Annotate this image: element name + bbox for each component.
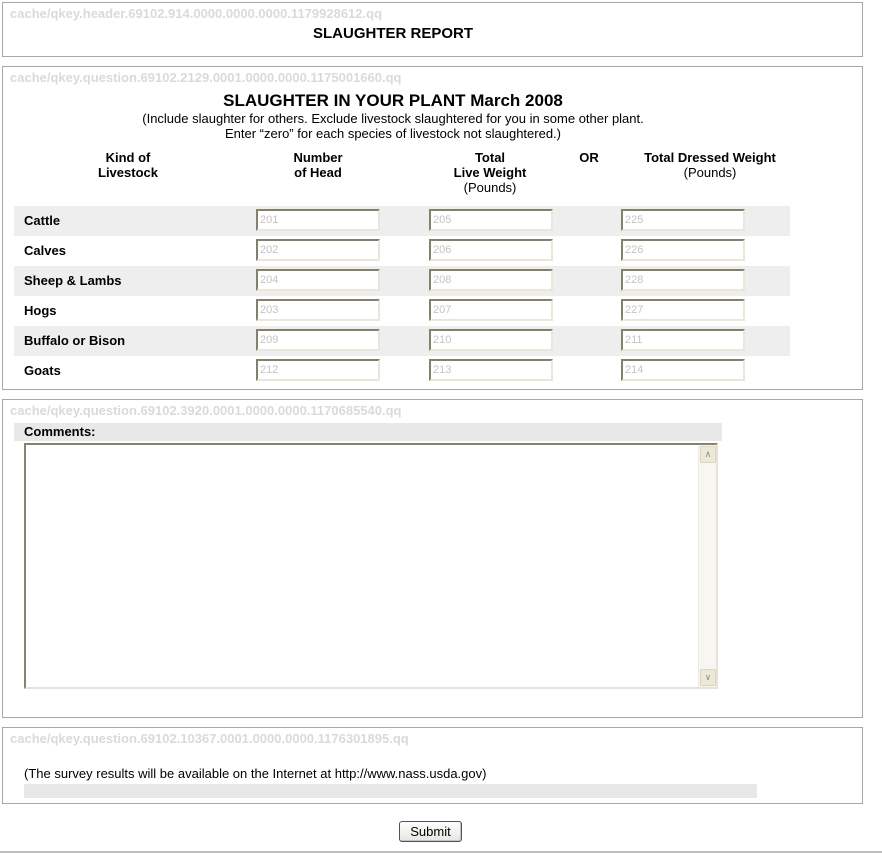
number-of-head-input[interactable] xyxy=(256,359,380,381)
chevron-up-icon: ∧ xyxy=(704,449,712,459)
column-header-number-of-head: Number of Head xyxy=(293,150,343,180)
total-live-weight-input[interactable] xyxy=(429,299,553,321)
row-calves: Calves xyxy=(14,236,790,266)
total-live-weight-input[interactable] xyxy=(429,269,553,291)
livestock-label: Buffalo or Bison xyxy=(24,333,126,348)
total-dressed-weight-input[interactable] xyxy=(621,299,745,321)
row-goats: Goats xyxy=(14,356,790,386)
number-of-head-input[interactable] xyxy=(256,209,380,231)
total-dressed-weight-input[interactable] xyxy=(621,239,745,261)
comments-label: Comments: xyxy=(14,423,722,441)
section-title: SLAUGHTER IN YOUR PLANT March 2008 xyxy=(223,91,563,110)
comments-textarea[interactable] xyxy=(26,445,699,687)
bottom-divider xyxy=(0,851,882,853)
scroll-down-button[interactable]: ∨ xyxy=(700,669,716,686)
slaughter-report-page: cache/qkey.header.69102.914.0000.0000.00… xyxy=(0,0,882,858)
plant-cache-key: cache/qkey.question.69102.2129.0001.0000… xyxy=(10,70,402,85)
instructions-line-1: (Include slaughter for others. Exclude l… xyxy=(142,111,644,126)
row-cattle: Cattle xyxy=(14,206,790,236)
number-of-head-input[interactable] xyxy=(256,299,380,321)
row-sheep-lambs: Sheep & Lambs xyxy=(14,266,790,296)
results-placeholder-strip xyxy=(24,784,757,798)
total-live-weight-input[interactable] xyxy=(429,359,553,381)
comments-scrollbar[interactable]: ∧ ∨ xyxy=(698,445,716,687)
results-cache-key: cache/qkey.question.69102.10367.0001.000… xyxy=(10,731,409,746)
livestock-label: Calves xyxy=(24,243,66,258)
total-live-weight-input[interactable] xyxy=(429,239,553,261)
livestock-label: Goats xyxy=(24,363,61,378)
row-hogs: Hogs xyxy=(14,296,790,326)
scroll-up-button[interactable]: ∧ xyxy=(700,446,716,463)
livestock-label: Sheep & Lambs xyxy=(24,273,122,288)
page-title: SLAUGHTER REPORT xyxy=(312,25,473,42)
column-header-or: OR xyxy=(579,150,599,165)
submit-button[interactable]: Submit xyxy=(399,821,462,842)
number-of-head-input[interactable] xyxy=(256,269,380,291)
chevron-down-icon: ∨ xyxy=(704,672,712,682)
submit-bar: Submit xyxy=(0,821,861,842)
instructions-line-2: Enter “zero” for each species of livesto… xyxy=(225,126,561,141)
plant-slaughter-panel: cache/qkey.question.69102.2129.0001.0000… xyxy=(2,66,863,390)
column-header-kind-of-livestock: Kind of Livestock xyxy=(98,150,158,180)
header-panel: cache/qkey.header.69102.914.0000.0000.00… xyxy=(2,2,863,57)
total-dressed-weight-input[interactable] xyxy=(621,329,745,351)
comments-cache-key: cache/qkey.question.69102.3920.0001.0000… xyxy=(10,403,402,418)
row-buffalo-bison: Buffalo or Bison xyxy=(14,326,790,356)
comments-panel: cache/qkey.question.69102.3920.0001.0000… xyxy=(2,399,863,718)
livestock-label: Hogs xyxy=(24,303,57,318)
survey-results-note: (The survey results will be available on… xyxy=(24,766,487,781)
table-header-row: Kind of Livestock Number of Head Total L… xyxy=(3,150,862,202)
number-of-head-input[interactable] xyxy=(256,329,380,351)
header-cache-key: cache/qkey.header.69102.914.0000.0000.00… xyxy=(10,6,383,21)
survey-results-panel: cache/qkey.question.69102.10367.0001.000… xyxy=(2,727,863,804)
total-dressed-weight-input[interactable] xyxy=(621,209,745,231)
number-of-head-input[interactable] xyxy=(256,239,380,261)
livestock-label: Cattle xyxy=(24,213,61,228)
total-dressed-weight-input[interactable] xyxy=(621,269,745,291)
column-header-total-live-weight: Total Live Weight (Pounds) xyxy=(453,150,527,195)
comments-field: ∧ ∨ xyxy=(24,443,718,689)
total-live-weight-input[interactable] xyxy=(429,329,553,351)
total-live-weight-input[interactable] xyxy=(429,209,553,231)
total-dressed-weight-input[interactable] xyxy=(621,359,745,381)
livestock-table: Cattle Calves Sheep & Lambs Hogs xyxy=(14,206,790,386)
column-header-total-dressed-weight: Total Dressed Weight (Pounds) xyxy=(644,150,776,180)
